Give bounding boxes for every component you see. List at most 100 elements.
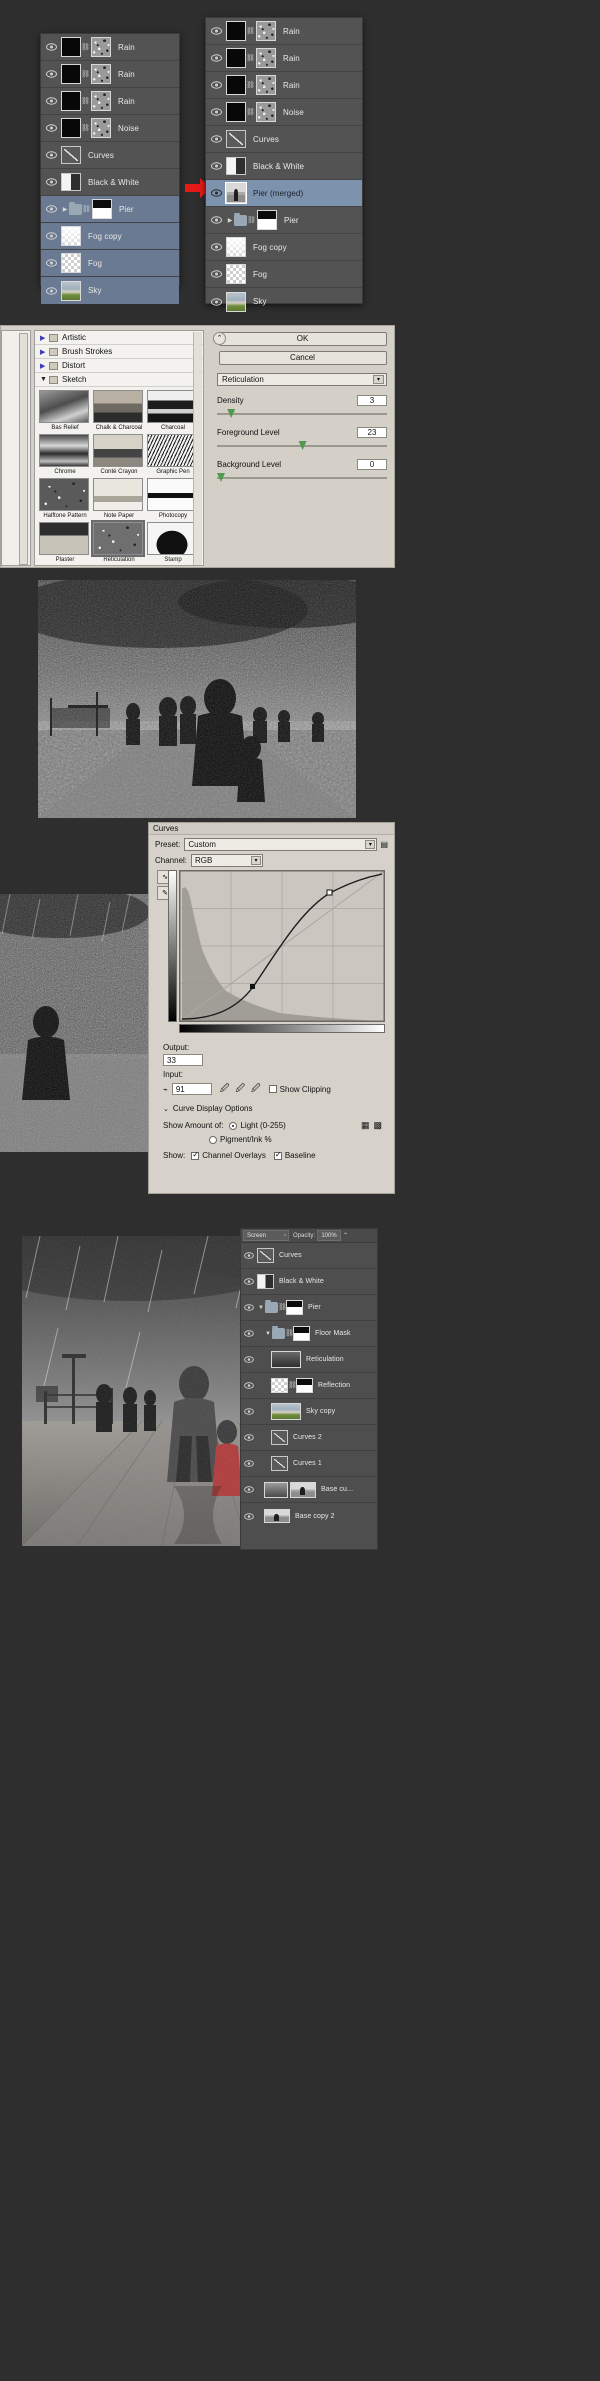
eye-icon[interactable] [241,1486,257,1493]
eye-icon[interactable] [41,232,61,240]
eye-icon[interactable] [41,205,61,213]
grid-large-icon[interactable]: ▩ [373,1120,382,1131]
layer-mask-thumbnail[interactable] [296,1378,313,1393]
link-icon[interactable]: ⛓ [82,206,91,213]
layer-thumbnail[interactable] [264,1481,288,1498]
eye-icon[interactable] [206,54,226,62]
light-radio[interactable]: Light (0-255) [229,1121,286,1130]
group-mask-thumbnail[interactable] [286,1300,303,1315]
chevron-updown-icon[interactable]: ⌃ [283,1232,287,1242]
eye-icon[interactable] [206,108,226,116]
filter-thumb-photocopy[interactable]: Photocopy [147,478,199,520]
layer-row[interactable]: Sky copy [241,1399,377,1425]
eye-icon[interactable] [241,1512,257,1520]
filter-gallery-dialog[interactable]: ▶ Artistic ▶ Brush Strokes ▶ Distort ▼ S… [0,325,395,568]
channel-overlays-checkbox[interactable]: Channel Overlays [191,1150,266,1160]
layer-mask-thumbnail[interactable] [91,64,111,84]
layer-row[interactable]: Fog [41,250,179,277]
layer-mask-thumbnail[interactable] [256,102,276,122]
filter-thumb-bas-relief[interactable]: Bas Relief [39,390,91,432]
layer-row[interactable]: ⛓ Rain [41,61,179,88]
layer-thumbnail[interactable] [61,253,81,273]
eye-icon[interactable] [41,178,61,186]
black-white-adjustment-icon[interactable] [61,173,81,191]
layer-mask-thumbnail[interactable] [91,118,111,138]
layer-thumbnail[interactable] [61,64,81,84]
eye-icon[interactable] [241,1252,257,1259]
layer-row-group-pier[interactable]: ▶ ⛓ Pier [41,196,179,223]
checkbox-box[interactable] [191,1150,200,1160]
chevron-right-icon[interactable]: ▶ [40,362,48,370]
layer-row[interactable]: Curves 2 [241,1425,377,1451]
curves-adjustment-icon[interactable] [257,1248,274,1263]
layer-row[interactable]: Base copy 2 [241,1503,377,1529]
input-value[interactable]: 91 [171,1083,212,1095]
eyedropper-black-icon[interactable]: 🖉 [220,1081,230,1097]
black-white-adjustment-icon[interactable] [257,1274,274,1289]
layer-row[interactable]: ⛓ Noise [206,99,362,126]
eyedropper-gray-icon[interactable]: 🖉 [235,1081,245,1097]
layer-thumbnail[interactable] [271,1378,288,1393]
layer-row[interactable]: Sky [41,277,179,304]
filter-list-scrollbar[interactable] [193,332,202,565]
cancel-button[interactable]: Cancel [218,351,387,365]
eye-icon[interactable] [206,216,226,224]
filter-thumbnail-grid[interactable]: Bas Relief Chalk & Charcoal Charcoal Chr… [35,387,203,565]
filter-name-select[interactable]: Reticulation ▾ [217,373,387,386]
layer-row[interactable]: Sky [206,288,362,315]
layer-row[interactable]: Reticulation [241,1347,377,1373]
layer-thumbnail[interactable] [226,102,246,122]
curves-graph[interactable] [179,870,385,1022]
ok-button[interactable]: OK [218,332,387,346]
curves-adjustment-icon[interactable] [61,146,81,164]
filter-thumb-charcoal[interactable]: Charcoal [147,390,199,432]
preview-scrollbar[interactable] [19,333,28,565]
foreground-level-slider[interactable] [217,441,387,451]
chevron-down-icon[interactable]: ▾ [373,375,384,384]
layer-row[interactable]: Fog [206,261,362,288]
collapse-chevron-icon[interactable]: ⌃ [213,332,226,345]
layer-row[interactable]: ⛓ Rain [206,45,362,72]
filter-category-list[interactable]: ▶ Artistic ▶ Brush Strokes ▶ Distort ▼ S… [34,330,204,566]
disclosure-triangle-icon[interactable]: ▼ [264,1331,272,1337]
eye-icon[interactable] [241,1408,257,1415]
layer-mask-thumbnail[interactable] [91,37,111,57]
layer-mask-thumbnail[interactable] [256,48,276,68]
eye-icon[interactable] [241,1460,257,1467]
eye-icon[interactable] [41,124,61,132]
link-icon[interactable]: ⛓ [288,1382,297,1389]
chevron-right-icon[interactable]: ▶ [40,334,48,342]
disclosure-triangle-icon[interactable]: ▶ [61,206,69,213]
curves-adjustment-icon[interactable] [271,1456,288,1471]
link-icon[interactable]: ⛓ [81,98,90,105]
layer-thumbnail[interactable] [226,48,246,68]
radio-dot[interactable] [209,1135,217,1144]
layers-panel-before[interactable]: ⛓ Rain ⛓ Rain ⛓ Rain ⛓ Noise Curves Blac… [40,33,180,304]
filter-category-distort[interactable]: ▶ Distort [35,359,203,373]
layer-thumbnail[interactable] [226,75,246,95]
preset-select[interactable]: Custom ▾ [184,838,378,851]
filter-category-brush-strokes[interactable]: ▶ Brush Strokes [35,345,203,359]
layer-thumbnail[interactable] [226,237,246,257]
layer-row-pier-merged[interactable]: Pier (merged) [206,180,362,207]
show-clipping-checkbox[interactable]: Show Clipping [268,1085,331,1094]
final-layers-panel[interactable]: Screen ⌃ Opacity: 100% ⌃ Curves Black & … [240,1228,378,1550]
layer-row[interactable]: ⛓ Rain [206,72,362,99]
output-value[interactable]: 33 [163,1054,203,1066]
layer-row[interactable]: Black & White [206,153,362,180]
layer-thumbnail[interactable] [61,280,81,301]
layer-row[interactable]: ⛓ Reflection [241,1373,377,1399]
layer-thumbnail[interactable] [226,264,246,284]
link-icon[interactable]: ⛓ [246,109,255,116]
filter-thumb-plaster[interactable]: Plaster [39,522,91,564]
layer-thumbnail[interactable] [271,1403,301,1420]
group-mask-thumbnail[interactable] [92,199,112,219]
layer-row[interactable]: Black & White [241,1269,377,1295]
filter-thumb-graphic-pen[interactable]: Graphic Pen [147,434,199,476]
eye-icon[interactable] [241,1356,257,1363]
layer-row[interactable]: ⛓ Rain [41,88,179,115]
smooth-icon[interactable]: ⌁ [163,1085,168,1094]
param-value[interactable]: 23 [357,427,387,438]
layer-thumbnail[interactable] [271,1351,301,1368]
curves-adjustment-icon[interactable] [226,130,246,148]
